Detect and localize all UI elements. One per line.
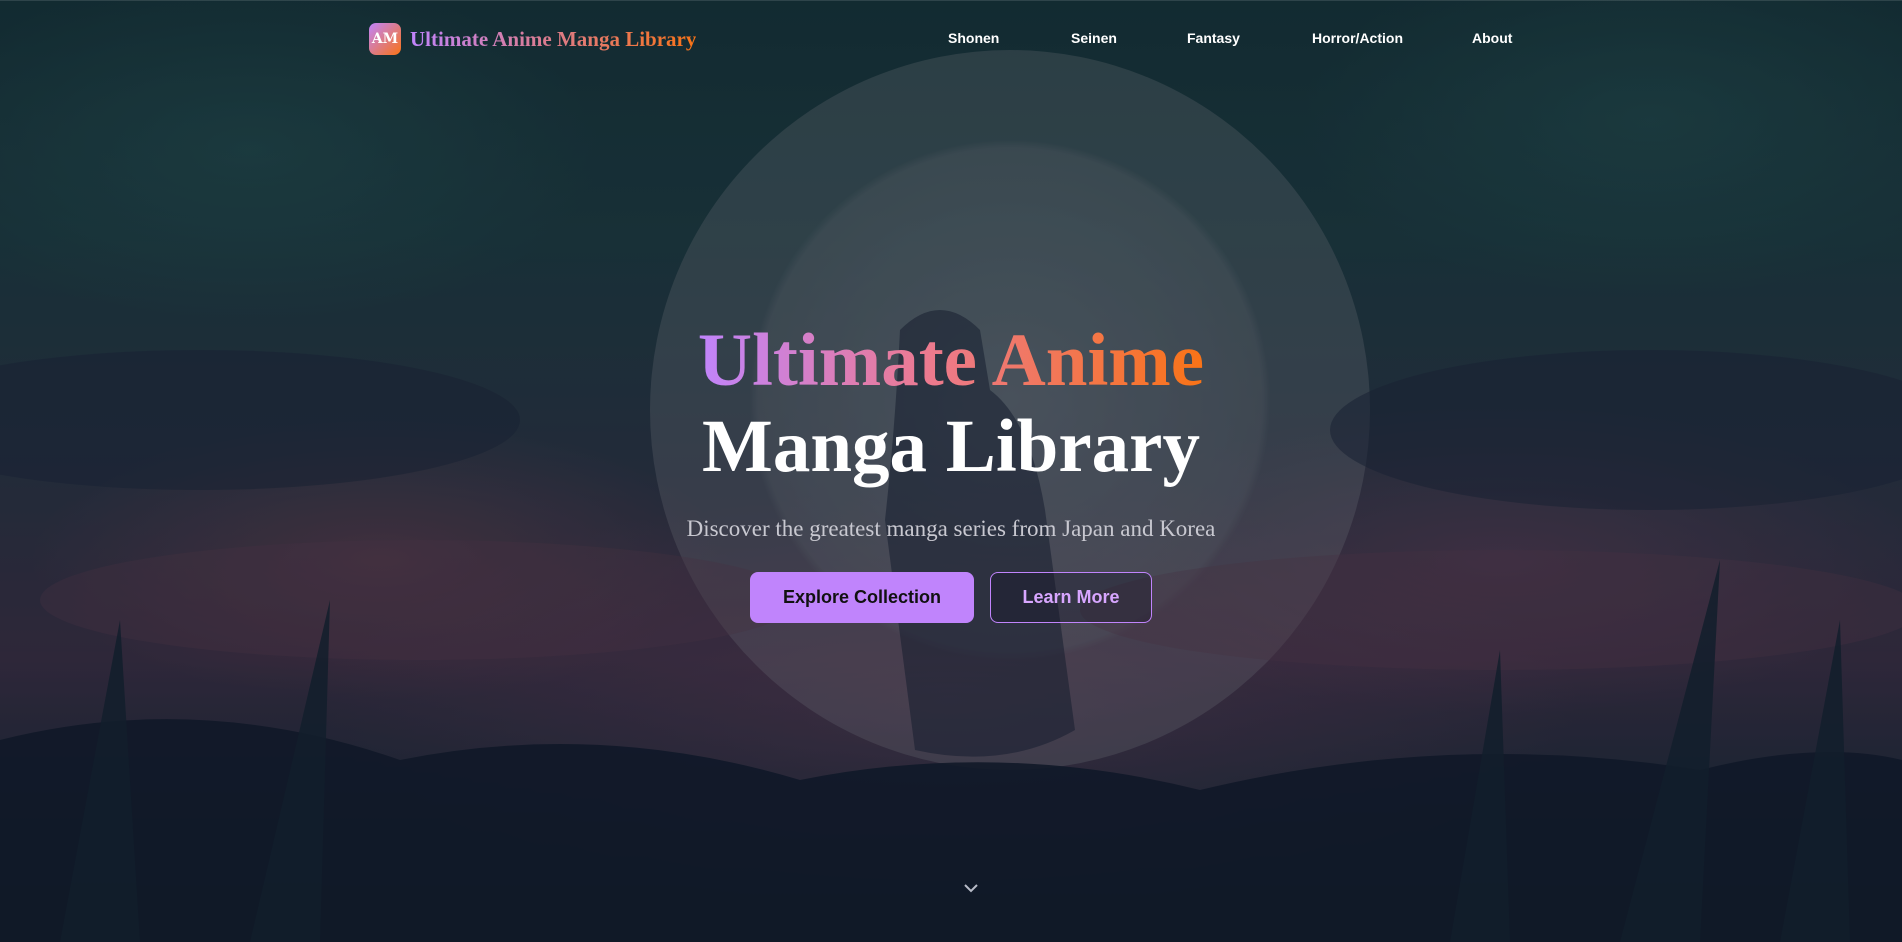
navbar: AM Ultimate Anime Manga Library Shonen S…: [0, 0, 1902, 75]
learn-more-button[interactable]: Learn More: [990, 572, 1152, 623]
hero-subtitle: Discover the greatest manga series from …: [686, 516, 1216, 541]
chevron-down-icon[interactable]: [961, 880, 981, 896]
nav-link-shonen[interactable]: Shonen: [948, 30, 999, 46]
nav-link-fantasy[interactable]: Fantasy: [1187, 30, 1240, 46]
explore-collection-button[interactable]: Explore Collection: [750, 572, 974, 623]
hero-actions: Explore Collection Learn More: [0, 572, 1902, 623]
nav-links: Shonen Seinen Fantasy Horror/Action Abou…: [0, 30, 1902, 50]
nav-link-horror-action[interactable]: Horror/Action: [1312, 30, 1403, 46]
hero-title-line1: Ultimate Anime: [697, 319, 1205, 402]
hero-title: Ultimate Anime Manga Library: [0, 318, 1902, 490]
hero-title-line2: Manga Library: [702, 405, 1200, 488]
hero-content: Ultimate Anime Manga Library Discover th…: [0, 318, 1902, 623]
nav-link-seinen[interactable]: Seinen: [1071, 30, 1117, 46]
nav-link-about[interactable]: About: [1472, 30, 1512, 46]
